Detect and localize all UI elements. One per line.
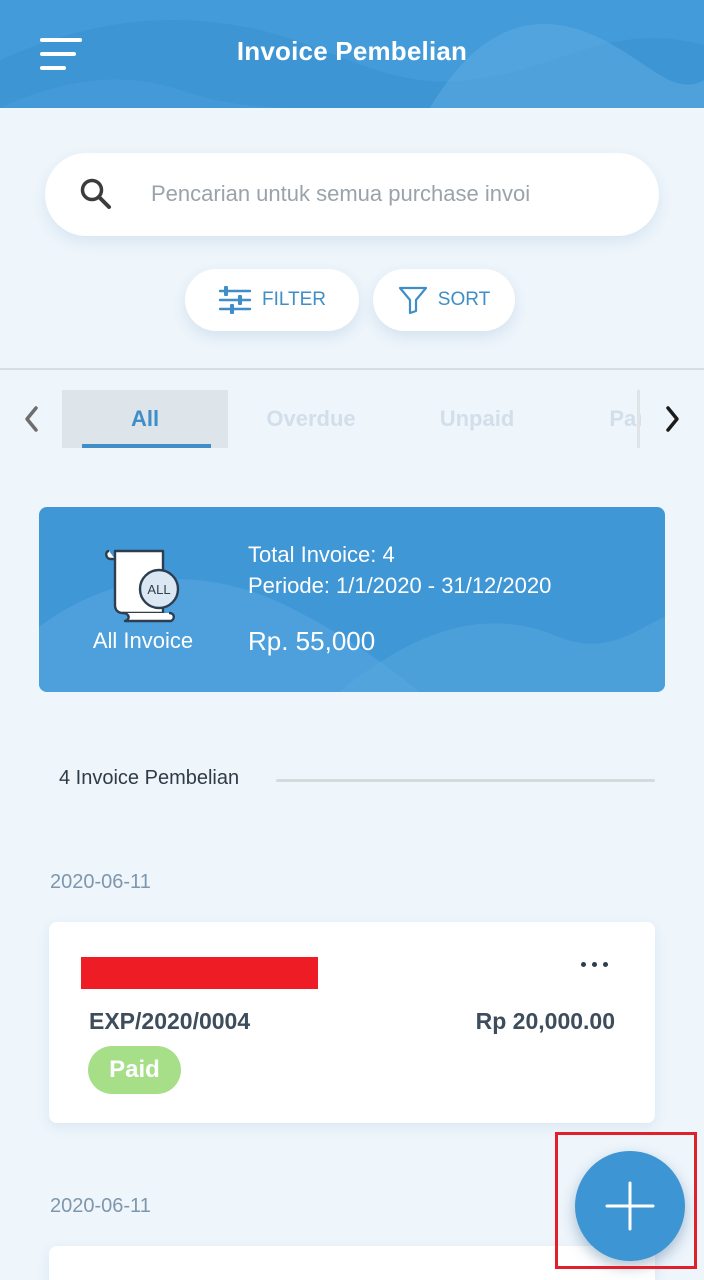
invoice-number: EXP/2020/0004	[89, 1008, 251, 1034]
sort-button[interactable]: SORT	[373, 269, 515, 331]
highlight-box	[555, 1132, 697, 1269]
invoice-count-title: 4 Invoice Pembelian	[59, 767, 240, 789]
summary-card[interactable]: ALL All Invoice Total Invoice: 4 Periode…	[39, 507, 665, 692]
invoice-card[interactable]: EXP/2020/0004 Rp 20,000.00 Paid	[49, 922, 655, 1123]
status-tabs: All Overdue Unpaid Partial	[62, 390, 641, 448]
more-dots-icon	[581, 962, 586, 967]
tab-unpaid[interactable]: Unpaid	[394, 390, 560, 448]
chevron-left-icon[interactable]	[20, 404, 44, 434]
search-bar[interactable]	[45, 153, 659, 236]
app-header: Invoice Pembelian	[0, 0, 704, 108]
filter-button[interactable]: FILTER	[185, 269, 359, 331]
total-invoice-text: Total Invoice: 4	[248, 542, 395, 567]
page-title: Invoice Pembelian	[236, 36, 468, 66]
filter-label: FILTER	[261, 289, 327, 310]
summary-amount: Rp. 55,000	[248, 626, 376, 656]
funnel-icon	[398, 286, 427, 315]
title-divider	[276, 779, 655, 782]
tab-partial[interactable]: Partial	[560, 390, 641, 448]
more-dot	[603, 962, 608, 967]
more-dot	[592, 962, 597, 967]
icon-badge-text: ALL	[147, 582, 170, 597]
group-date: 2020-06-11	[50, 871, 151, 893]
chevron-right-icon[interactable]	[660, 404, 684, 434]
search-icon	[80, 178, 111, 209]
tab-overdue[interactable]: Overdue	[228, 390, 394, 448]
sort-label: SORT	[437, 289, 491, 310]
group-date: 2020-06-11	[50, 1195, 151, 1217]
more-options-button[interactable]	[573, 950, 617, 978]
tab-all[interactable]: All	[62, 390, 228, 448]
invoice-amount: Rp 20,000.00	[475, 1008, 615, 1034]
invoice-scroll-icon: ALL	[105, 549, 180, 623]
status-badge: Paid	[88, 1046, 181, 1094]
section-divider	[0, 368, 704, 370]
period-text: Periode: 1/1/2020 - 31/12/2020	[248, 573, 552, 598]
summary-caption: All Invoice	[92, 628, 194, 653]
tabs-scroll-edge	[637, 390, 640, 448]
search-input[interactable]	[151, 173, 641, 215]
sliders-icon	[218, 286, 252, 314]
redacted-name-block	[81, 957, 318, 989]
